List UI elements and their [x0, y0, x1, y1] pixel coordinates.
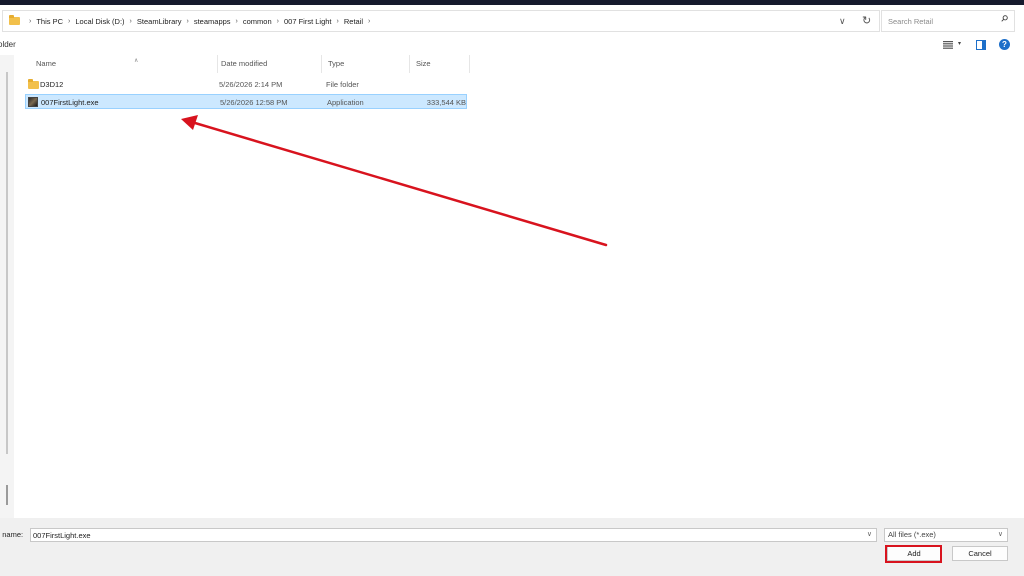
breadcrumb-local-disk[interactable]: Local Disk (D:)	[75, 17, 124, 26]
breadcrumb-common[interactable]: common	[243, 17, 272, 26]
file-name: D3D12	[40, 80, 64, 89]
sort-ascending-icon: ∧	[134, 58, 139, 64]
refresh-icon[interactable]: ↻	[862, 14, 871, 27]
column-header-size[interactable]: Size	[410, 55, 470, 73]
file-type-value: All files (*.exe)	[888, 530, 936, 539]
file-size: 333,544 KB	[426, 98, 466, 107]
column-header-type[interactable]: Type	[322, 55, 410, 73]
folder-icon	[28, 79, 39, 89]
breadcrumb-this-pc[interactable]: This PC	[36, 17, 63, 26]
breadcrumb-007-first-light[interactable]: 007 First Light	[284, 17, 332, 26]
list-item[interactable]: D3D12 5/26/2026 2:14 PM File folder	[25, 77, 467, 92]
column-name-label: Name	[36, 59, 57, 68]
file-name-input[interactable]	[33, 530, 853, 541]
breadcrumb-steamlibrary[interactable]: SteamLibrary	[137, 17, 182, 26]
list-item-selected[interactable]: 007FirstLight.exe 5/26/2026 12:58 PM App…	[25, 94, 467, 109]
scrollbar-thumb[interactable]	[6, 485, 8, 505]
vertical-scrollbar[interactable]	[1016, 55, 1024, 518]
breadcrumb-steamapps[interactable]: steamapps	[194, 17, 231, 26]
view-dropdown-icon[interactable]: ▾	[958, 40, 961, 47]
search-box[interactable]	[881, 10, 1015, 32]
new-folder-label[interactable]: older	[0, 40, 16, 49]
annotation-highlight-box	[885, 545, 942, 563]
file-name-field[interactable]: ∨	[30, 528, 877, 542]
file-date: 5/26/2026 12:58 PM	[220, 98, 288, 107]
chevron-down-icon[interactable]: ∨	[839, 16, 846, 27]
column-size-label: Size	[416, 59, 431, 68]
file-name: 007FirstLight.exe	[41, 98, 99, 107]
chevron-right-icon[interactable]: ›	[277, 18, 279, 25]
chevron-right-icon[interactable]: ›	[130, 18, 132, 25]
chevron-right-icon[interactable]: ›	[337, 18, 339, 25]
chevron-down-icon[interactable]: ∨	[867, 530, 872, 538]
folder-icon	[9, 15, 20, 25]
preview-pane-icon[interactable]	[976, 40, 986, 50]
file-date: 5/26/2026 2:14 PM	[219, 80, 283, 89]
address-row: › This PC › Local Disk (D:) › SteamLibra…	[0, 5, 1024, 35]
command-bar: older ▾ ?	[0, 35, 1024, 55]
search-icon[interactable]	[1001, 15, 1008, 22]
dialog-footer: e name: ∨ All files (*.exe) ∨ Add Cancel	[0, 518, 1024, 576]
breadcrumb-retail[interactable]: Retail	[344, 17, 363, 26]
chevron-right-icon[interactable]: ›	[68, 18, 70, 25]
column-header-name[interactable]: Name ∧	[30, 55, 218, 73]
search-input[interactable]	[886, 14, 998, 29]
application-icon	[28, 97, 38, 107]
file-list: Name ∧ Date modified Type Size D3D12 5/2…	[14, 55, 1022, 518]
chevron-right-icon[interactable]: ›	[236, 18, 238, 25]
navigation-scrollbar[interactable]	[6, 72, 8, 505]
chevron-right-icon[interactable]: ›	[187, 18, 189, 25]
column-date-label: Date modified	[221, 59, 268, 68]
breadcrumb: › This PC › Local Disk (D:) › SteamLibra…	[9, 11, 375, 31]
file-type: File folder	[326, 80, 359, 89]
chevron-right-icon[interactable]: ›	[368, 18, 370, 25]
file-type-select[interactable]: All files (*.exe) ∨	[884, 528, 1008, 542]
file-name-label: e name:	[0, 530, 24, 539]
chevron-down-icon[interactable]: ∨	[998, 530, 1003, 538]
file-type: Application	[327, 98, 364, 107]
help-icon[interactable]: ?	[999, 39, 1010, 50]
column-header-date[interactable]: Date modified	[215, 55, 322, 73]
chevron-right-icon: ›	[29, 17, 32, 25]
address-bar[interactable]: › This PC › Local Disk (D:) › SteamLibra…	[2, 10, 880, 32]
view-options-icon[interactable]	[943, 41, 953, 49]
cancel-button[interactable]: Cancel	[952, 546, 1008, 561]
column-type-label: Type	[328, 59, 345, 68]
